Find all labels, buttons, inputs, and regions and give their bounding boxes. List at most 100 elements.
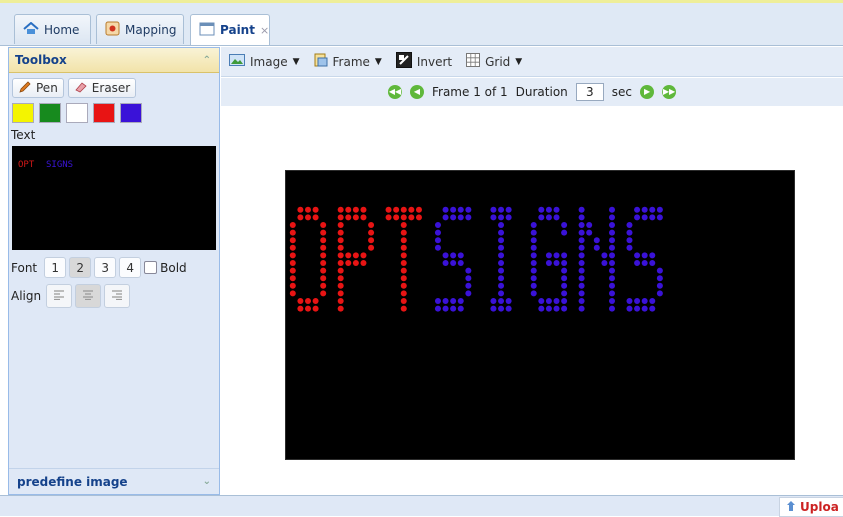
led-dot [609,275,615,282]
led-dot [434,244,441,251]
led-dot [312,298,319,304]
font-size-2-button[interactable]: 2 [69,257,92,278]
led-dot [345,260,352,266]
led-sign-canvas[interactable] [285,170,795,460]
color-swatch-3[interactable] [66,103,88,123]
tab-mapping[interactable]: Mapping [96,14,184,44]
text-preview[interactable]: OPT SIGNS [12,146,216,250]
align-right-button[interactable] [104,284,131,308]
led-dot [360,252,367,259]
led-dot [320,260,327,266]
led-dot [634,298,641,304]
led-dot [634,252,641,259]
led-dot [434,298,441,304]
led-dot [609,267,615,274]
led-dot [530,275,537,282]
upload-icon [786,500,796,515]
led-dot [505,206,512,213]
led-dot [442,214,449,221]
eraser-icon [74,80,88,97]
led-dot [337,237,344,244]
next-frame-icon[interactable]: ▶ [640,85,655,99]
led-dot [297,214,304,221]
led-dot [337,244,344,251]
tab-paint[interactable]: Paint × [190,14,270,45]
led-dot [400,267,407,274]
duration-input[interactable]: 3 [575,83,604,101]
first-frame-icon[interactable]: ◀◀ [387,85,402,99]
led-dot [337,267,344,274]
led-dot [561,222,568,228]
pen-button[interactable]: Pen [12,78,64,98]
pencil-icon [18,80,32,97]
led-dot [649,214,656,221]
led-dot [368,237,375,244]
led-dot [578,222,585,228]
led-dot [553,298,560,304]
color-swatch-4[interactable] [93,103,115,123]
align-left-button[interactable] [46,284,73,308]
led-dot [368,229,375,236]
led-dot [320,229,327,236]
toolbox-header: Toolbox ⌃ [9,48,219,73]
led-dot [400,282,407,289]
led-dot [465,282,472,289]
led-dot [601,260,608,266]
led-dot [457,298,464,304]
color-swatch-2[interactable] [39,103,61,123]
led-dot [561,305,568,312]
align-left-icon [53,289,65,303]
led-dot [586,229,593,236]
color-palette [9,100,219,126]
led-dot [538,206,545,213]
chevron-down-icon: ▼ [292,56,300,67]
led-dot [530,222,537,228]
led-dot [530,267,537,274]
led-dot [320,267,327,274]
led-dot [305,214,311,221]
led-dot [593,244,600,251]
led-dot [465,290,472,297]
led-dot [530,260,537,266]
led-dot [561,298,568,304]
align-center-button[interactable] [75,284,102,308]
last-frame-icon[interactable]: ▶▶ [662,85,677,99]
eraser-button[interactable]: Eraser [67,78,137,98]
color-swatch-1[interactable] [12,103,34,123]
grid-menu-button[interactable]: Grid ▼ [466,53,522,70]
invert-button[interactable]: Invert [395,52,453,71]
led-dot [465,214,472,221]
led-dot [609,206,615,213]
led-dot [553,206,560,213]
collapse-up-icon[interactable]: ⌃ [203,55,211,66]
led-dot [490,214,497,221]
font-size-3-button[interactable]: 3 [94,257,117,278]
tool-buttons: Pen Eraser [9,73,219,100]
expand-down-icon[interactable]: ⌄ [203,476,211,487]
tab-home[interactable]: Home [14,14,91,44]
led-dot [400,229,407,236]
led-dot [609,229,615,236]
image-menu-button[interactable]: Image ▼ [229,54,300,69]
close-icon[interactable]: × [260,24,269,37]
led-dot [538,298,545,304]
led-dot [530,290,537,297]
led-dot [305,206,311,213]
led-dot [609,222,615,228]
previous-frame-icon[interactable]: ◀ [409,85,424,99]
font-size-1-button[interactable]: 1 [44,257,67,278]
led-dot [545,252,552,259]
color-swatch-5[interactable] [120,103,142,123]
led-dot [530,229,537,236]
led-dot [442,206,449,213]
invert-label: Invert [416,54,453,69]
frame-menu-label: Frame [332,54,370,69]
upload-button[interactable]: Uploa [779,497,843,517]
font-size-4-button[interactable]: 4 [119,257,142,278]
led-dot [320,237,327,244]
led-dot [312,206,319,213]
bold-checkbox[interactable] [144,261,158,274]
frame-menu-button[interactable]: Frame ▼ [314,53,382,70]
predefine-image-header[interactable]: predefine image ⌄ [9,468,219,494]
led-dot [289,229,296,236]
